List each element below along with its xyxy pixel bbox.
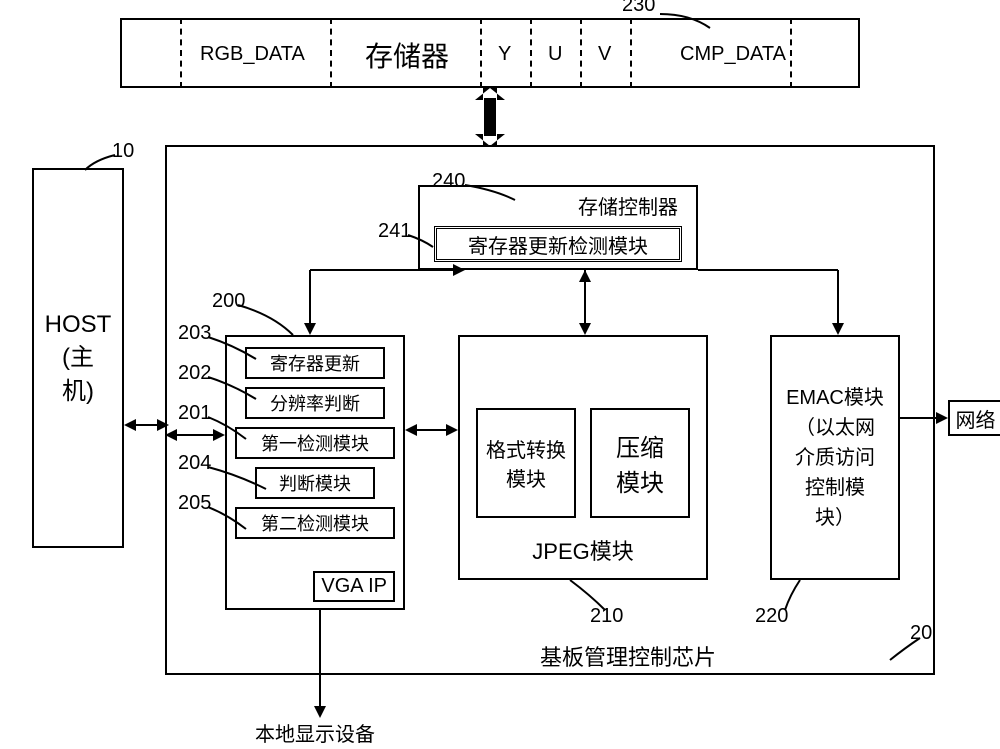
memctrl-block: 存储控制器 寄存器更新检测模块 — [418, 185, 698, 270]
memctrl-submodule: 寄存器更新检测模块 — [434, 226, 682, 262]
jpeg-compress: 压缩 模块 — [590, 408, 690, 518]
memory-v: V — [598, 43, 611, 66]
vga-second-detect: 第二检测模块 — [235, 507, 395, 539]
ref-203: 203 — [178, 322, 211, 345]
vga-first-detect: 第一检测模块 — [235, 427, 395, 459]
ref-202: 202 — [178, 362, 211, 385]
emac-block: EMAC模块 （以太网 介质访问 控制模 块） — [770, 335, 900, 580]
ref-205: 205 — [178, 492, 211, 515]
vga-res-judge: 分辨率判断 — [245, 387, 385, 419]
vga-name: VGA IP — [313, 571, 395, 602]
memctrl-title: 存储控制器 — [578, 191, 678, 220]
emac-label: EMAC模块 （以太网 介质访问 控制模 块） — [786, 383, 884, 533]
memory-cmp: CMP_DATA — [680, 43, 786, 66]
ref-204: 204 — [178, 452, 211, 475]
host-label: HOST (主 机) — [45, 308, 112, 409]
memory-title: 存储器 — [365, 35, 449, 75]
memory-rgb: RGB_DATA — [200, 43, 305, 66]
local-display: 本地显示设备 — [255, 718, 375, 747]
ref-240: 240 — [432, 170, 465, 193]
ref-201: 201 — [178, 402, 211, 425]
memory-u: U — [548, 43, 562, 66]
vga-judge: 判断模块 — [255, 467, 375, 499]
network-box: 网络 — [948, 400, 1000, 436]
ref-220: 220 — [755, 605, 788, 628]
jpeg-title: JPEG模块 — [532, 534, 633, 566]
vga-reg-update: 寄存器更新 — [245, 347, 385, 379]
ref-241: 241 — [378, 220, 411, 243]
memory-y: Y — [498, 43, 511, 66]
chip-title: 基板管理控制芯片 — [540, 640, 716, 672]
jpeg-fmt: 格式转换 模块 — [476, 408, 576, 518]
host-block: HOST (主 机) — [32, 168, 124, 548]
jpeg-block: 格式转换 模块 压缩 模块 JPEG模块 — [458, 335, 708, 580]
